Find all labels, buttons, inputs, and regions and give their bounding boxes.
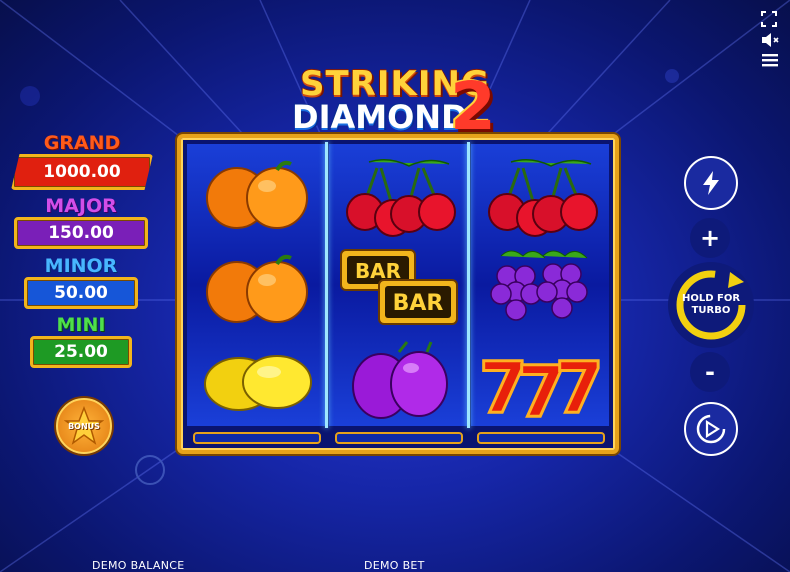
jackpot-mini-value: 25.00	[30, 336, 132, 368]
bar-symbol: BAR BAR	[340, 249, 458, 325]
jackpot-major-label: MAJOR	[45, 195, 117, 217]
autoplay-button[interactable]	[684, 402, 738, 456]
cherry-symbol	[346, 159, 456, 237]
reels-frame: BAR BAR 777	[177, 134, 619, 454]
jackpot-grand-label: GRAND	[43, 132, 121, 154]
cherry-symbol	[488, 159, 598, 237]
orange-symbol	[206, 254, 308, 323]
bet-increase-button[interactable]: +	[690, 218, 730, 258]
sound-muted-icon[interactable]	[760, 31, 780, 53]
reel-separator	[325, 142, 328, 428]
balance-label: DEMO BALANCE	[92, 559, 185, 572]
bonus-button[interactable]: BONUS	[56, 398, 112, 454]
seven-symbol: 777	[478, 346, 606, 427]
jackpot-major-value: 150.00	[14, 217, 148, 249]
fullscreen-icon[interactable]	[760, 10, 778, 32]
spin-button[interactable]: HOLD FOR TURBO	[668, 262, 754, 348]
reel-separator	[467, 142, 470, 428]
game-logo: STRIKING DIAMOND 2	[290, 64, 500, 145]
quick-spin-button[interactable]	[684, 156, 738, 210]
jackpot-minor: MINOR 50.00	[22, 255, 140, 309]
bonus-label: BONUS	[68, 421, 100, 431]
jackpot-mini-label: MINI	[56, 314, 106, 336]
jackpot-grand-value: 1000.00	[11, 154, 153, 190]
menu-icon[interactable]	[761, 52, 779, 72]
jackpot-minor-value: 50.00	[24, 277, 138, 309]
bet-decrease-button[interactable]: -	[690, 352, 730, 392]
grape-symbol	[490, 250, 588, 321]
autoplay-icon	[696, 414, 726, 444]
reel-2-indicator	[335, 432, 463, 444]
lemon-symbol	[204, 355, 312, 411]
bet-label: DEMO BET	[364, 559, 425, 572]
plum-symbol	[352, 341, 448, 419]
jackpot-major: MAJOR 150.00	[12, 195, 150, 249]
reel-1-indicator	[193, 432, 321, 444]
logo-title-line2: DIAMOND	[292, 98, 468, 136]
svg-text:7: 7	[555, 347, 604, 426]
jackpot-minor-label: MINOR	[44, 255, 118, 277]
turbo-label: HOLD FOR TURBO	[681, 293, 741, 316]
orange-symbol	[206, 160, 308, 229]
jackpot-mini: MINI 25.00	[28, 314, 134, 368]
reel-3-indicator	[477, 432, 605, 444]
lightning-icon	[703, 171, 719, 195]
jackpot-grand: GRAND 1000.00	[2, 132, 162, 190]
svg-text:BAR: BAR	[393, 291, 444, 316]
